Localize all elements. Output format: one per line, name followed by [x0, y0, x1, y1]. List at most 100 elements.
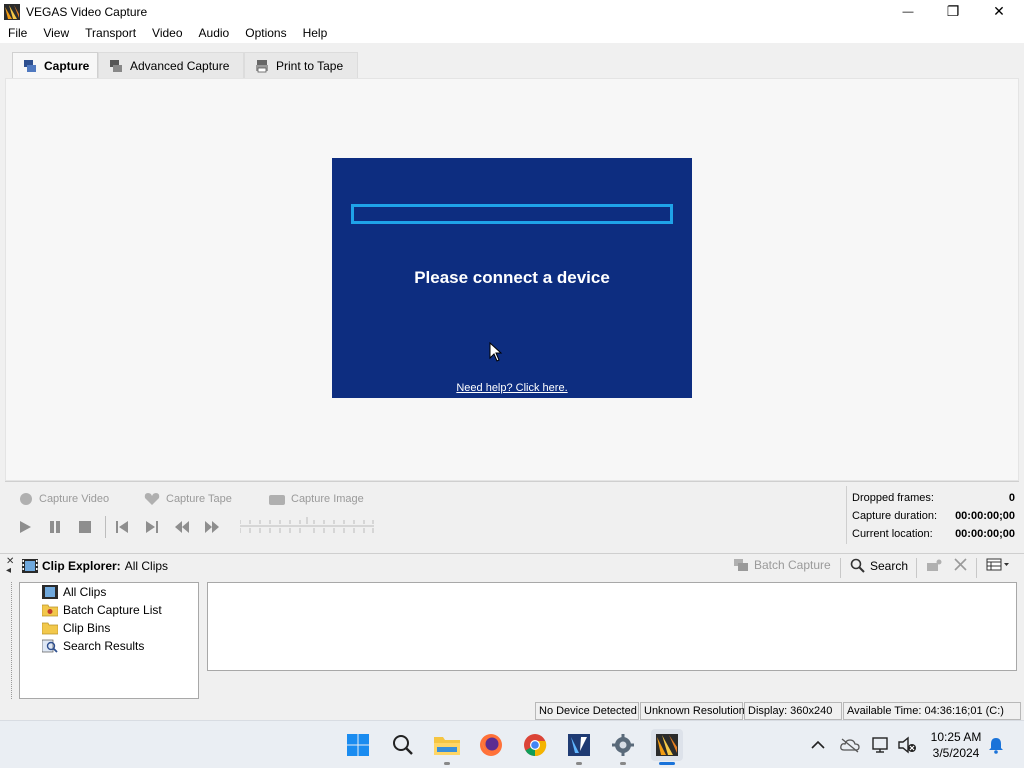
status-resolution: Unknown Resolution	[640, 702, 745, 720]
menu-file[interactable]: File	[0, 26, 35, 40]
clock-time: 10:25 AM	[930, 730, 982, 744]
clip-camera-icon	[927, 559, 942, 571]
windows-start-icon	[347, 734, 369, 756]
pause-button[interactable]	[46, 518, 64, 536]
tree-item-batch-capture-list[interactable]: Batch Capture List	[42, 603, 162, 617]
pause-icon	[50, 521, 60, 533]
menu-video[interactable]: Video	[144, 26, 190, 40]
rewind-button[interactable]	[173, 518, 191, 536]
clip-explorer-title: Clip Explorer:	[42, 559, 121, 573]
search-button[interactable]: Search	[850, 558, 908, 573]
tree-item-all-clips[interactable]: All Clips	[42, 585, 106, 599]
folder-icon	[42, 622, 58, 635]
batch-capture-icon	[734, 559, 748, 571]
menu-help[interactable]: Help	[295, 26, 336, 40]
maximize-button[interactable]: ❐	[930, 0, 976, 23]
tab-advanced-capture[interactable]: Advanced Capture	[98, 52, 244, 78]
capture-duration-value: 00:00:00;00	[955, 510, 1015, 522]
clip-explorer-close-icon[interactable]: ✕ ◂	[6, 557, 14, 576]
search-results-icon	[42, 639, 58, 653]
delete-icon	[954, 558, 967, 571]
mouse-cursor-icon	[489, 342, 503, 362]
toolbar-divider	[916, 558, 917, 578]
search-icon	[393, 735, 413, 755]
taskbar-clock[interactable]: 10:25 AM 3/5/2024	[924, 729, 988, 761]
capture-clip-button[interactable]	[926, 558, 942, 572]
jog-shuttle-slider[interactable]	[240, 514, 374, 538]
menu-view[interactable]: View	[35, 26, 77, 40]
close-button[interactable]: ✕	[976, 0, 1022, 23]
tree-guide-line	[11, 582, 12, 699]
taskbar-file-explorer[interactable]	[431, 729, 463, 765]
batch-capture-button[interactable]: Batch Capture	[733, 558, 831, 572]
previous-frame-button[interactable]	[113, 518, 131, 536]
clip-tree: All Clips Batch Capture List Clip Bins S…	[19, 582, 199, 699]
tray-notifications[interactable]	[986, 735, 1006, 755]
network-icon	[872, 737, 888, 753]
notification-bell-icon	[989, 738, 1003, 754]
taskbar-search-button[interactable]	[387, 729, 419, 761]
previous-frame-icon	[116, 521, 128, 533]
search-icon	[850, 558, 865, 573]
view-options-button[interactable]	[986, 558, 1010, 572]
camera-icon	[269, 495, 285, 505]
play-icon	[20, 521, 31, 533]
start-button[interactable]	[342, 729, 374, 761]
tab-print-to-tape[interactable]: Print to Tape	[244, 52, 358, 78]
play-button[interactable]	[16, 518, 34, 536]
chrome-icon	[524, 734, 547, 757]
taskbar-firefox[interactable]	[475, 729, 507, 761]
menu-audio[interactable]: Audio	[191, 26, 238, 40]
capture-icon	[24, 59, 36, 72]
clip-explorer-scope: All Clips	[124, 559, 169, 573]
clock-date: 3/5/2024	[932, 746, 980, 760]
batch-folder-icon	[42, 604, 58, 617]
help-link[interactable]: Need help? Click here.	[332, 382, 692, 394]
dropped-frames-row: Dropped frames: 0	[852, 492, 1015, 504]
window-title: VEGAS Video Capture	[26, 4, 148, 19]
firefox-icon	[480, 734, 502, 756]
fast-forward-button[interactable]	[203, 518, 221, 536]
stop-button[interactable]	[76, 518, 94, 536]
menu-options[interactable]: Options	[237, 26, 294, 40]
tray-onedrive[interactable]	[840, 735, 860, 755]
film-icon	[22, 559, 38, 573]
stop-icon	[79, 521, 91, 533]
capture-tape-button[interactable]: Capture Tape	[144, 492, 232, 506]
tree-item-clip-bins[interactable]: Clip Bins	[42, 621, 110, 635]
dropped-frames-value: 0	[1008, 492, 1015, 504]
capture-video-button[interactable]: Capture Video	[19, 492, 109, 506]
minimize-button[interactable]: —	[885, 0, 931, 23]
settings-gear-icon	[612, 734, 634, 756]
status-device: No Device Detected	[535, 702, 639, 720]
tab-capture[interactable]: Capture	[12, 52, 98, 78]
taskbar-chrome[interactable]	[519, 729, 551, 761]
tray-volume[interactable]	[897, 735, 917, 755]
clip-explorer: ✕ ◂ Clip Explorer: All Clips Batch Captur…	[0, 553, 1024, 701]
print-to-tape-icon	[256, 59, 268, 72]
connect-device-message: Please connect a device	[414, 268, 610, 287]
toolbar-divider	[976, 558, 977, 578]
advanced-capture-icon	[110, 59, 122, 72]
tray-network[interactable]	[871, 735, 891, 755]
film-icon	[42, 585, 58, 599]
tree-item-search-results[interactable]: Search Results	[42, 639, 144, 653]
vegas-pro-icon	[568, 734, 590, 756]
transport-divider	[105, 516, 106, 538]
taskbar-settings[interactable]	[607, 729, 639, 765]
clip-list[interactable]	[207, 582, 1017, 671]
current-location-value: 00:00:00;00	[955, 528, 1015, 540]
tab-strip: Capture Advanced Capture Print to Tape	[0, 43, 1024, 79]
next-frame-button[interactable]	[143, 518, 161, 536]
capture-image-button[interactable]: Capture Image	[269, 492, 364, 506]
taskbar-vegas-capture[interactable]	[651, 729, 683, 765]
capture-progress-bar	[351, 204, 673, 224]
onedrive-offline-icon	[840, 738, 860, 753]
tray-overflow-button[interactable]	[808, 735, 828, 755]
fast-forward-icon	[205, 521, 219, 533]
capture-stats: Dropped frames: 0 Capture duration: 00:0…	[846, 486, 1019, 544]
delete-clip-button[interactable]	[954, 558, 967, 571]
file-explorer-icon	[434, 737, 460, 755]
taskbar-vegas-pro[interactable]	[563, 729, 595, 765]
menu-transport[interactable]: Transport	[77, 26, 144, 40]
